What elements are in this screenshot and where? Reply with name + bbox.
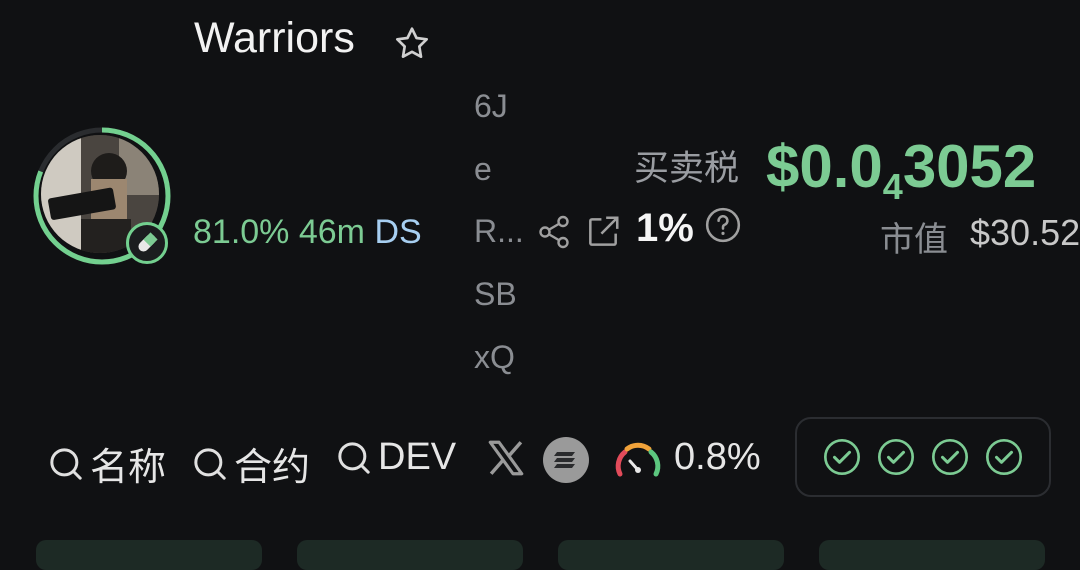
price-prefix: $0.0 <box>766 133 883 200</box>
ds-link[interactable]: DS <box>374 213 421 251</box>
star-icon[interactable] <box>392 24 432 64</box>
tax-label: 买卖税 <box>634 149 740 188</box>
check-circle-icon <box>878 439 914 475</box>
search-name-button[interactable]: 名称 <box>46 436 166 491</box>
search-dev-label: DEV <box>378 436 457 478</box>
search-dev-button[interactable]: DEV <box>334 436 456 479</box>
market-cap-value: $30.52 <box>970 212 1080 253</box>
security-checks[interactable] <box>795 417 1051 497</box>
search-name-label: 名称 <box>90 447 167 489</box>
token-name: Warriors <box>194 14 355 62</box>
price-digits: 3052 <box>902 133 1037 200</box>
bottom-tile[interactable] <box>297 540 523 570</box>
address-part-4[interactable]: SB <box>474 276 517 313</box>
token-stats: 81.0% 46m DS <box>193 213 422 252</box>
address-part-3[interactable]: R... <box>474 213 524 250</box>
gauge-icon <box>615 442 661 477</box>
search-contract-button[interactable]: 合约 <box>190 436 310 491</box>
x-logo-icon[interactable] <box>484 437 528 479</box>
market-cap-label: 市值 <box>880 221 948 259</box>
check-circle-icon <box>824 439 860 475</box>
bottom-tile[interactable] <box>819 540 1045 570</box>
bottom-tile[interactable] <box>558 540 784 570</box>
bottom-tile[interactable] <box>36 540 262 570</box>
address-part-1[interactable]: 6J <box>474 88 508 125</box>
token-price: $0.043052 <box>766 132 1036 208</box>
external-link-icon[interactable] <box>584 212 622 252</box>
pill-icon <box>138 232 158 252</box>
search-icon <box>338 441 370 474</box>
check-circle-icon <box>986 439 1022 475</box>
price-zero-count: 4 <box>882 166 903 207</box>
search-icon <box>194 447 226 480</box>
holder-percent: 81.0% <box>193 213 290 251</box>
tax-value: 1% <box>636 206 694 250</box>
search-contract-label: 合约 <box>234 447 311 489</box>
gauge-value: 0.8% <box>674 436 761 478</box>
share-icon[interactable] <box>536 212 572 252</box>
check-circle-icon <box>932 439 968 475</box>
solana-icon[interactable] <box>542 436 590 484</box>
token-age: 46m <box>298 213 365 251</box>
address-part-5[interactable]: xQ <box>474 339 515 376</box>
address-part-2[interactable]: e <box>474 151 492 188</box>
search-icon <box>50 447 82 480</box>
help-icon[interactable] <box>704 206 742 244</box>
pill-badge <box>126 222 168 264</box>
